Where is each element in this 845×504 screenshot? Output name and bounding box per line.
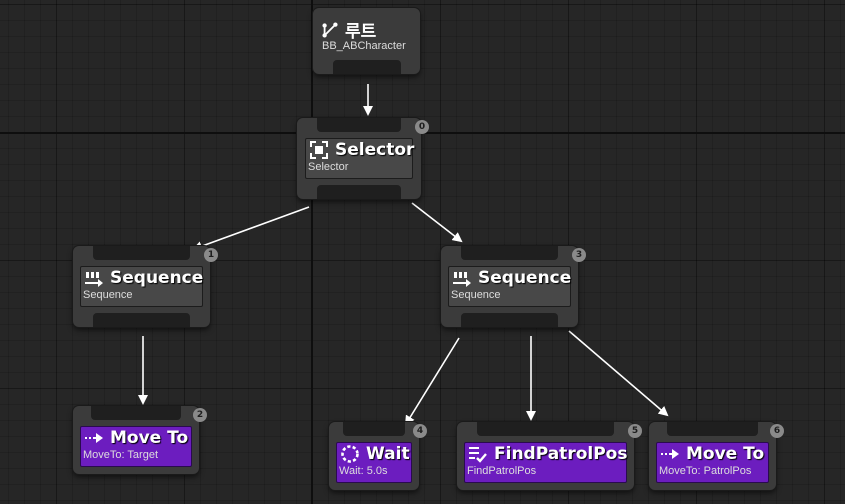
selector-node[interactable]: Selector Selector 0 [297,118,429,199]
move-to-target-title: Move To [110,428,189,448]
wait-node[interactable]: Wait Wait: 5.0s 4 [329,422,427,490]
wait-title: Wait [366,444,410,464]
move-to-target-index-badge: 2 [193,408,207,422]
sequence-right-index-badge: 3 [572,248,586,262]
move-to-icon [85,433,103,443]
move-to-patrol-subtitle: MoveTo: PatrolPos [659,465,752,477]
sequence-left-subtitle: Sequence [83,289,133,301]
sequence-left-index-badge: 1 [204,248,218,262]
selector-input-pin[interactable] [317,118,401,132]
selector-output-pin[interactable] [317,185,401,199]
move-to-patrol-node[interactable]: Move To MoveTo: PatrolPos 6 [649,422,784,490]
sequence-right-title: Sequence [478,268,572,288]
sequence-right-panel: Sequence Sequence [448,266,571,307]
link-selector-sequence-left [192,206,310,251]
sequence-right-input-pin[interactable] [461,246,558,260]
wait-index-badge: 4 [413,424,427,438]
root-branch-icon [322,21,338,38]
find-patrol-pos-index-badge: 5 [628,424,642,438]
sequence-icon [85,272,103,287]
move-to-target-subtitle: MoveTo: Target [83,449,159,461]
sequence-left-node[interactable]: Sequence Sequence 1 [73,246,218,327]
sequence-left-panel: Sequence Sequence [80,266,203,307]
move-to-patrol-panel: Move To MoveTo: PatrolPos [656,442,769,483]
link-sequence-right-moveto-patrol [568,330,669,417]
find-patrol-pos-node[interactable]: FindPatrolPos FindPatrolPos 5 [457,422,642,490]
move-to-patrol-input-pin[interactable] [667,422,758,436]
move-to-patrol-index-badge: 6 [770,424,784,438]
find-patrol-pos-subtitle: FindPatrolPos [467,465,537,477]
selector-icon [310,141,328,159]
sequence-right-subtitle: Sequence [451,289,501,301]
sequence-right-output-pin[interactable] [461,313,558,327]
link-sequence-right-wait [404,337,460,426]
sequence-left-input-pin[interactable] [93,246,190,260]
selector-title: Selector [335,140,415,160]
wait-subtitle: Wait: 5.0s [339,465,388,477]
find-patrol-pos-title: FindPatrolPos [494,444,628,464]
move-to-icon [661,449,679,459]
move-to-target-node[interactable]: Move To MoveTo: Target 2 [73,406,207,474]
sequence-icon [453,272,471,287]
root-subtitle: BB_ABCharacter [322,40,406,52]
move-to-target-panel: Move To MoveTo: Target [80,426,192,467]
wait-panel: Wait Wait: 5.0s [336,442,412,483]
selector-subtitle: Selector [308,161,349,173]
find-patrol-pos-input-pin[interactable] [477,422,614,436]
root-output-pin[interactable] [333,60,401,74]
task-icon [469,447,487,463]
find-patrol-pos-panel: FindPatrolPos FindPatrolPos [464,442,627,483]
move-to-patrol-title: Move To [686,444,765,464]
selector-panel: Selector Selector [305,138,415,179]
root-node[interactable]: 루트 BB_ABCharacter [313,8,420,74]
wait-icon [341,445,359,463]
selector-index-badge: 0 [415,120,429,134]
sequence-left-title: Sequence [110,268,204,288]
sequence-right-node[interactable]: Sequence Sequence 3 [441,246,586,327]
wait-input-pin[interactable] [343,422,405,436]
root-title: 루트 [345,22,377,42]
sequence-left-output-pin[interactable] [93,313,190,327]
move-to-target-input-pin[interactable] [91,406,181,420]
link-selector-sequence-right [411,202,463,243]
